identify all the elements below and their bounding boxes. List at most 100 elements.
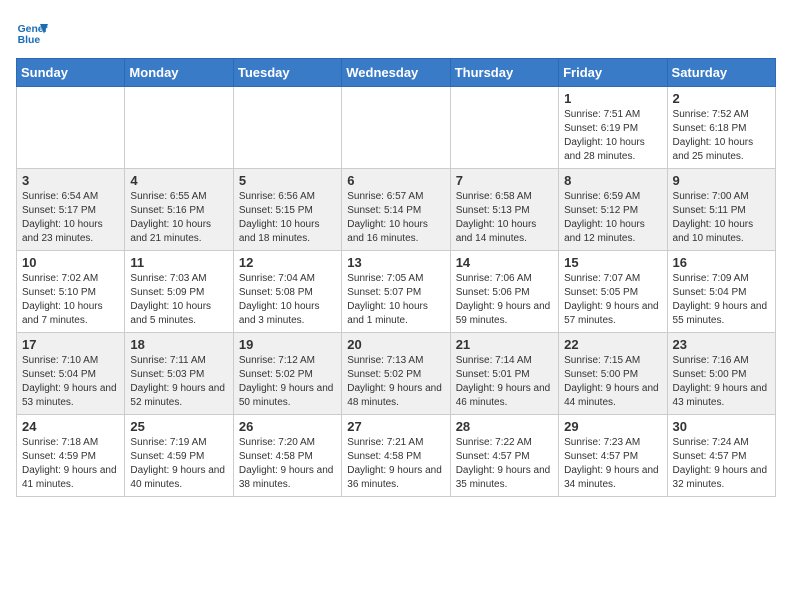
day-number: 17 bbox=[22, 337, 119, 352]
calendar-cell: 24 Sunrise: 7:18 AM Sunset: 4:59 PM Dayli… bbox=[17, 415, 125, 497]
day-info: Sunrise: 7:16 AM Sunset: 5:00 PM Dayligh… bbox=[673, 354, 770, 410]
day-info: Sunrise: 6:54 AM Sunset: 5:17 PM Dayligh… bbox=[22, 190, 119, 246]
day-number: 7 bbox=[456, 173, 553, 188]
calendar-cell: 6 Sunrise: 6:57 AM Sunset: 5:14 PM Daylig… bbox=[342, 169, 450, 251]
calendar-cell: 11Sunrise: 7:03 AM Sunset: 5:09 PM Dayli… bbox=[125, 251, 233, 333]
day-info: Sunrise: 7:07 AM Sunset: 5:05 PM Dayligh… bbox=[564, 272, 661, 328]
day-info: Sunrise: 7:02 AM Sunset: 5:10 PM Dayligh… bbox=[22, 272, 119, 328]
calendar-cell: 29 Sunrise: 7:23 AM Sunset: 4:57 PM Dayli… bbox=[559, 415, 667, 497]
day-number: 4 bbox=[130, 173, 227, 188]
day-number: 22 bbox=[564, 337, 661, 352]
day-number: 27 bbox=[347, 419, 444, 434]
day-number: 6 bbox=[347, 173, 444, 188]
day-number: 13 bbox=[347, 255, 444, 270]
calendar-cell bbox=[233, 87, 341, 169]
day-info: Sunrise: 6:58 AM Sunset: 5:13 PM Dayligh… bbox=[456, 190, 553, 246]
day-info: Sunrise: 7:05 AM Sunset: 5:07 PM Dayligh… bbox=[347, 272, 444, 328]
day-info: Sunrise: 7:00 AM Sunset: 5:11 PM Dayligh… bbox=[673, 190, 770, 246]
calendar-week-row: 1Sunrise: 7:51 AM Sunset: 6:19 PM Daylig… bbox=[17, 87, 776, 169]
svg-text:Blue: Blue bbox=[18, 35, 41, 46]
calendar-table: SundayMondayTuesdayWednesdayThursdayFrid… bbox=[16, 58, 776, 497]
calendar-cell: 17Sunrise: 7:10 AM Sunset: 5:04 PM Dayli… bbox=[17, 333, 125, 415]
weekday-header-row: SundayMondayTuesdayWednesdayThursdayFrid… bbox=[17, 59, 776, 87]
day-info: Sunrise: 7:24 AM Sunset: 4:57 PM Dayligh… bbox=[673, 436, 770, 492]
calendar-cell: 28 Sunrise: 7:22 AM Sunset: 4:57 PM Dayli… bbox=[450, 415, 558, 497]
calendar-cell: 9 Sunrise: 7:00 AM Sunset: 5:11 PM Daylig… bbox=[667, 169, 775, 251]
weekday-header-sunday: Sunday bbox=[17, 59, 125, 87]
calendar-cell: 1Sunrise: 7:51 AM Sunset: 6:19 PM Daylig… bbox=[559, 87, 667, 169]
calendar-cell: 22 Sunrise: 7:15 AM Sunset: 5:00 PM Dayli… bbox=[559, 333, 667, 415]
day-info: Sunrise: 6:56 AM Sunset: 5:15 PM Dayligh… bbox=[239, 190, 336, 246]
calendar-cell: 14 Sunrise: 7:06 AM Sunset: 5:06 PM Dayli… bbox=[450, 251, 558, 333]
day-number: 1 bbox=[564, 91, 661, 106]
day-info: Sunrise: 7:14 AM Sunset: 5:01 PM Dayligh… bbox=[456, 354, 553, 410]
calendar-cell: 25 Sunrise: 7:19 AM Sunset: 4:59 PM Dayli… bbox=[125, 415, 233, 497]
day-number: 2 bbox=[673, 91, 770, 106]
day-number: 18 bbox=[130, 337, 227, 352]
day-number: 15 bbox=[564, 255, 661, 270]
day-number: 29 bbox=[564, 419, 661, 434]
day-info: Sunrise: 7:03 AM Sunset: 5:09 PM Dayligh… bbox=[130, 272, 227, 328]
day-number: 12 bbox=[239, 255, 336, 270]
weekday-header-friday: Friday bbox=[559, 59, 667, 87]
calendar-cell: 27 Sunrise: 7:21 AM Sunset: 4:58 PM Dayli… bbox=[342, 415, 450, 497]
calendar-week-row: 10 Sunrise: 7:02 AM Sunset: 5:10 PM Dayli… bbox=[17, 251, 776, 333]
day-number: 24 bbox=[22, 419, 119, 434]
calendar-cell: 13 Sunrise: 7:05 AM Sunset: 5:07 PM Dayli… bbox=[342, 251, 450, 333]
calendar-week-row: 24 Sunrise: 7:18 AM Sunset: 4:59 PM Dayli… bbox=[17, 415, 776, 497]
calendar-cell: 2 Sunrise: 7:52 AM Sunset: 6:18 PM Daylig… bbox=[667, 87, 775, 169]
calendar-cell: 19 Sunrise: 7:12 AM Sunset: 5:02 PM Dayli… bbox=[233, 333, 341, 415]
day-info: Sunrise: 7:20 AM Sunset: 4:58 PM Dayligh… bbox=[239, 436, 336, 492]
weekday-header-saturday: Saturday bbox=[667, 59, 775, 87]
day-number: 9 bbox=[673, 173, 770, 188]
day-info: Sunrise: 7:06 AM Sunset: 5:06 PM Dayligh… bbox=[456, 272, 553, 328]
day-info: Sunrise: 7:22 AM Sunset: 4:57 PM Dayligh… bbox=[456, 436, 553, 492]
calendar-body: 1Sunrise: 7:51 AM Sunset: 6:19 PM Daylig… bbox=[17, 87, 776, 497]
day-number: 20 bbox=[347, 337, 444, 352]
day-info: Sunrise: 7:21 AM Sunset: 4:58 PM Dayligh… bbox=[347, 436, 444, 492]
calendar-cell: 8Sunrise: 6:59 AM Sunset: 5:12 PM Daylig… bbox=[559, 169, 667, 251]
day-number: 3 bbox=[22, 173, 119, 188]
calendar-cell: 18 Sunrise: 7:11 AM Sunset: 5:03 PM Dayli… bbox=[125, 333, 233, 415]
day-info: Sunrise: 7:11 AM Sunset: 5:03 PM Dayligh… bbox=[130, 354, 227, 410]
day-number: 25 bbox=[130, 419, 227, 434]
day-number: 19 bbox=[239, 337, 336, 352]
day-info: Sunrise: 7:15 AM Sunset: 5:00 PM Dayligh… bbox=[564, 354, 661, 410]
calendar-cell bbox=[17, 87, 125, 169]
calendar-cell: 30Sunrise: 7:24 AM Sunset: 4:57 PM Dayli… bbox=[667, 415, 775, 497]
day-number: 10 bbox=[22, 255, 119, 270]
calendar-cell bbox=[342, 87, 450, 169]
day-info: Sunrise: 7:52 AM Sunset: 6:18 PM Dayligh… bbox=[673, 108, 770, 164]
day-number: 14 bbox=[456, 255, 553, 270]
calendar-cell: 4Sunrise: 6:55 AM Sunset: 5:16 PM Daylig… bbox=[125, 169, 233, 251]
calendar-cell bbox=[450, 87, 558, 169]
day-info: Sunrise: 7:19 AM Sunset: 4:59 PM Dayligh… bbox=[130, 436, 227, 492]
day-info: Sunrise: 6:57 AM Sunset: 5:14 PM Dayligh… bbox=[347, 190, 444, 246]
day-info: Sunrise: 7:04 AM Sunset: 5:08 PM Dayligh… bbox=[239, 272, 336, 328]
calendar-cell: 12 Sunrise: 7:04 AM Sunset: 5:08 PM Dayli… bbox=[233, 251, 341, 333]
day-info: Sunrise: 7:13 AM Sunset: 5:02 PM Dayligh… bbox=[347, 354, 444, 410]
calendar-header: SundayMondayTuesdayWednesdayThursdayFrid… bbox=[17, 59, 776, 87]
day-info: Sunrise: 7:18 AM Sunset: 4:59 PM Dayligh… bbox=[22, 436, 119, 492]
day-info: Sunrise: 7:23 AM Sunset: 4:57 PM Dayligh… bbox=[564, 436, 661, 492]
calendar-cell: 10 Sunrise: 7:02 AM Sunset: 5:10 PM Dayli… bbox=[17, 251, 125, 333]
calendar-cell: 16 Sunrise: 7:09 AM Sunset: 5:04 PM Dayli… bbox=[667, 251, 775, 333]
logo-icon: General Blue bbox=[16, 16, 48, 48]
calendar-cell: 5 Sunrise: 6:56 AM Sunset: 5:15 PM Daylig… bbox=[233, 169, 341, 251]
day-number: 5 bbox=[239, 173, 336, 188]
calendar-week-row: 17Sunrise: 7:10 AM Sunset: 5:04 PM Dayli… bbox=[17, 333, 776, 415]
calendar-cell: 20 Sunrise: 7:13 AM Sunset: 5:02 PM Dayli… bbox=[342, 333, 450, 415]
weekday-header-wednesday: Wednesday bbox=[342, 59, 450, 87]
day-info: Sunrise: 7:09 AM Sunset: 5:04 PM Dayligh… bbox=[673, 272, 770, 328]
calendar-week-row: 3 Sunrise: 6:54 AM Sunset: 5:17 PM Daylig… bbox=[17, 169, 776, 251]
day-number: 23 bbox=[673, 337, 770, 352]
calendar-cell: 7 Sunrise: 6:58 AM Sunset: 5:13 PM Daylig… bbox=[450, 169, 558, 251]
calendar-cell: 21 Sunrise: 7:14 AM Sunset: 5:01 PM Dayli… bbox=[450, 333, 558, 415]
logo: General Blue bbox=[16, 16, 48, 48]
weekday-header-monday: Monday bbox=[125, 59, 233, 87]
day-number: 16 bbox=[673, 255, 770, 270]
day-info: Sunrise: 7:12 AM Sunset: 5:02 PM Dayligh… bbox=[239, 354, 336, 410]
day-number: 21 bbox=[456, 337, 553, 352]
day-number: 28 bbox=[456, 419, 553, 434]
calendar-cell: 26Sunrise: 7:20 AM Sunset: 4:58 PM Dayli… bbox=[233, 415, 341, 497]
